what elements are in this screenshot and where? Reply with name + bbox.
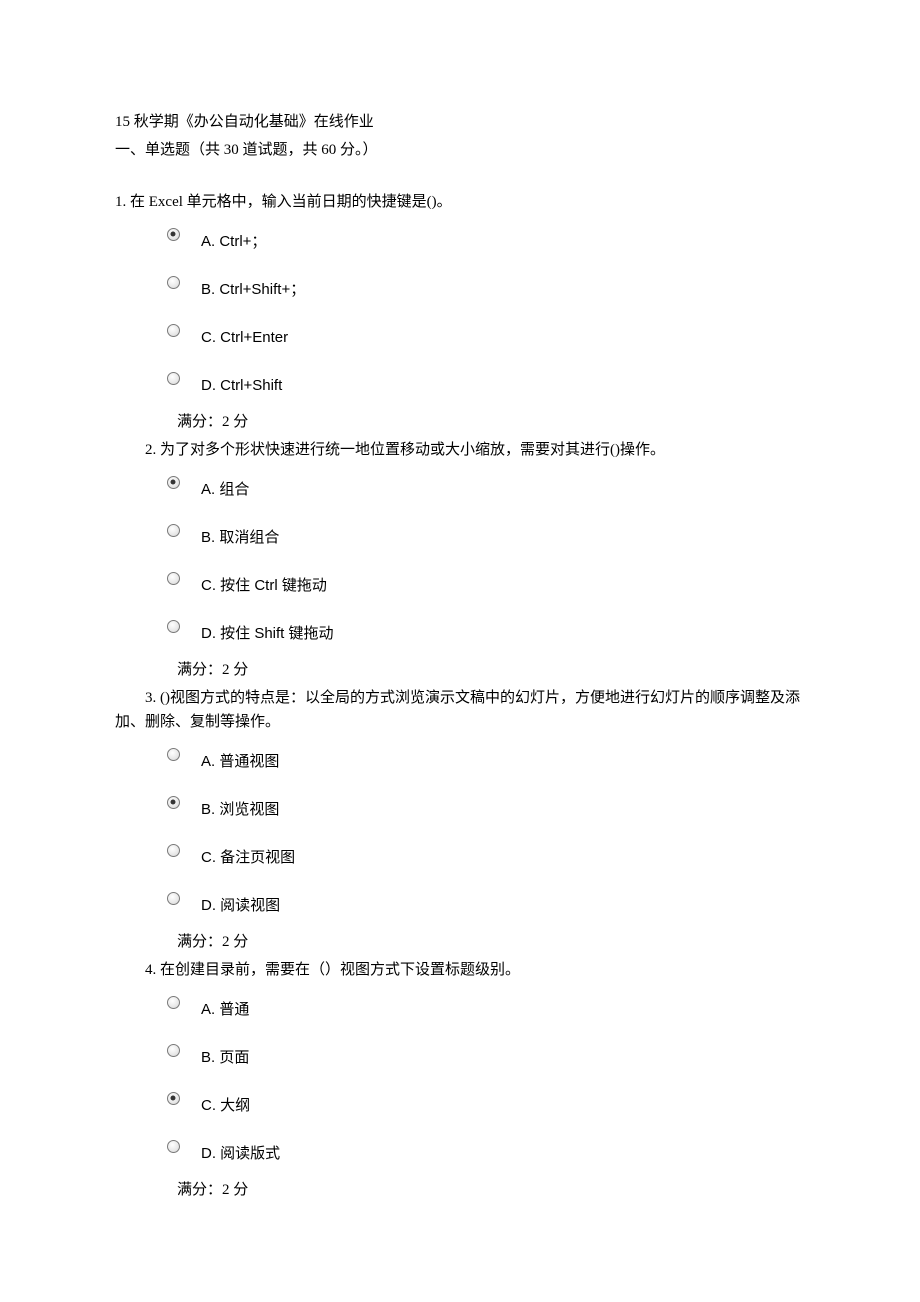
radio-unchecked-icon	[167, 1044, 180, 1057]
question-3-number: 3.	[145, 690, 156, 706]
question-4-option-a[interactable]: A. 普通	[115, 994, 805, 1022]
question-2-option-a[interactable]: A. 组合	[115, 474, 805, 502]
question-3: 3. ()视图方式的特点是：以全局的方式浏览演示文稿中的幻灯片，方便地进行幻灯片…	[115, 686, 805, 954]
question-3-options: A. 普通视图 B. 浏览视图 C. 备注页视图 D. 阅读视图	[115, 738, 805, 930]
page-header: 15 秋学期《办公自动化基础》在线作业 一、单选题（共 30 道试题，共 60 …	[115, 110, 805, 162]
radio-unchecked-icon	[167, 324, 180, 337]
question-3-option-a-label: A. 普通视图	[201, 746, 279, 774]
radio-icon	[165, 274, 181, 290]
question-2-score: 满分：2 分	[115, 658, 805, 682]
question-3-option-b-label: B. 浏览视图	[201, 794, 279, 822]
radio-unchecked-icon	[167, 748, 180, 761]
radio-icon	[165, 890, 181, 906]
radio-checked-icon	[167, 476, 180, 489]
question-4-option-b-label: B. 页面	[201, 1042, 249, 1070]
question-3-option-b[interactable]: B. 浏览视图	[115, 794, 805, 822]
radio-icon	[165, 1138, 181, 1154]
question-4-option-c[interactable]: C. 大纲	[115, 1090, 805, 1118]
question-3-option-d-label: D. 阅读视图	[201, 890, 280, 918]
question-1-score: 满分：2 分	[115, 410, 805, 434]
radio-icon	[165, 746, 181, 762]
radio-icon	[165, 842, 181, 858]
question-3-score: 满分：2 分	[115, 930, 805, 954]
radio-unchecked-icon	[167, 276, 180, 289]
question-1-option-c-label: C. Ctrl+Enter	[201, 322, 288, 350]
radio-icon	[165, 994, 181, 1010]
question-1: 1. 在 Excel 单元格中，输入当前日期的快捷键是()。 A. Ctrl+；…	[115, 190, 805, 434]
question-1-stem: 1. 在 Excel 单元格中，输入当前日期的快捷键是()。	[115, 190, 805, 214]
radio-unchecked-icon	[167, 372, 180, 385]
question-2-option-b-label: B. 取消组合	[201, 522, 279, 550]
question-4-option-d[interactable]: D. 阅读版式	[115, 1138, 805, 1166]
radio-icon	[165, 1042, 181, 1058]
radio-checked-icon	[167, 1092, 180, 1105]
question-3-option-c[interactable]: C. 备注页视图	[115, 842, 805, 870]
radio-unchecked-icon	[167, 620, 180, 633]
question-3-option-c-label: C. 备注页视图	[201, 842, 295, 870]
question-1-option-b-label: B. Ctrl+Shift+；	[201, 274, 305, 302]
question-2-options: A. 组合 B. 取消组合 C. 按住 Ctrl 键拖动 D. 按住 Shift…	[115, 466, 805, 658]
question-2-option-d[interactable]: D. 按住 Shift 键拖动	[115, 618, 805, 646]
header-line-1: 15 秋学期《办公自动化基础》在线作业	[115, 110, 805, 134]
radio-unchecked-icon	[167, 892, 180, 905]
radio-icon	[165, 1090, 181, 1106]
question-2: 2. 为了对多个形状快速进行统一地位置移动或大小缩放，需要对其进行()操作。 A…	[115, 438, 805, 682]
radio-unchecked-icon	[167, 1140, 180, 1153]
question-1-option-d-label: D. Ctrl+Shift	[201, 370, 282, 398]
question-1-option-d[interactable]: D. Ctrl+Shift	[115, 370, 805, 398]
question-1-options: A. Ctrl+； B. Ctrl+Shift+； C. Ctrl+Enter …	[115, 218, 805, 410]
question-1-option-b[interactable]: B. Ctrl+Shift+；	[115, 274, 805, 302]
question-4-number: 4.	[145, 962, 156, 978]
question-2-text: 为了对多个形状快速进行统一地位置移动或大小缩放，需要对其进行()操作。	[156, 442, 665, 458]
question-1-option-a-label: A. Ctrl+；	[201, 226, 266, 254]
radio-unchecked-icon	[167, 524, 180, 537]
question-4-option-d-label: D. 阅读版式	[201, 1138, 280, 1166]
radio-icon	[165, 794, 181, 810]
question-2-option-d-label: D. 按住 Shift 键拖动	[201, 618, 334, 646]
question-2-option-c[interactable]: C. 按住 Ctrl 键拖动	[115, 570, 805, 598]
radio-checked-icon	[167, 796, 180, 809]
radio-icon	[165, 226, 181, 242]
question-4-option-c-label: C. 大纲	[201, 1090, 250, 1118]
question-4-option-a-label: A. 普通	[201, 994, 249, 1022]
question-2-number: 2.	[145, 442, 156, 458]
question-1-option-a[interactable]: A. Ctrl+；	[115, 226, 805, 254]
radio-unchecked-icon	[167, 844, 180, 857]
question-4: 4. 在创建目录前，需要在（）视图方式下设置标题级别。 A. 普通 B. 页面 …	[115, 958, 805, 1202]
question-2-option-c-label: C. 按住 Ctrl 键拖动	[201, 570, 327, 598]
question-3-option-a[interactable]: A. 普通视图	[115, 746, 805, 774]
question-1-number: 1.	[115, 194, 126, 210]
question-1-option-c[interactable]: C. Ctrl+Enter	[115, 322, 805, 350]
question-2-option-b[interactable]: B. 取消组合	[115, 522, 805, 550]
question-4-score: 满分：2 分	[115, 1178, 805, 1202]
question-3-text: ()视图方式的特点是：以全局的方式浏览演示文稿中的幻灯片，方便地进行幻灯片的顺序…	[115, 690, 800, 730]
page-content: 15 秋学期《办公自动化基础》在线作业 一、单选题（共 30 道试题，共 60 …	[0, 0, 920, 1202]
radio-icon	[165, 522, 181, 538]
radio-icon	[165, 474, 181, 490]
question-4-stem: 4. 在创建目录前，需要在（）视图方式下设置标题级别。	[115, 958, 805, 982]
radio-icon	[165, 370, 181, 386]
question-2-stem: 2. 为了对多个形状快速进行统一地位置移动或大小缩放，需要对其进行()操作。	[115, 438, 805, 462]
question-4-option-b[interactable]: B. 页面	[115, 1042, 805, 1070]
question-1-text: 在 Excel 单元格中，输入当前日期的快捷键是()。	[126, 194, 451, 210]
radio-unchecked-icon	[167, 996, 180, 1009]
header-line-2: 一、单选题（共 30 道试题，共 60 分。）	[115, 138, 805, 162]
radio-icon	[165, 322, 181, 338]
radio-icon	[165, 570, 181, 586]
question-3-stem: 3. ()视图方式的特点是：以全局的方式浏览演示文稿中的幻灯片，方便地进行幻灯片…	[115, 686, 805, 734]
radio-checked-icon	[167, 228, 180, 241]
radio-icon	[165, 618, 181, 634]
question-4-text: 在创建目录前，需要在（）视图方式下设置标题级别。	[156, 962, 520, 978]
question-2-option-a-label: A. 组合	[201, 474, 249, 502]
question-4-options: A. 普通 B. 页面 C. 大纲 D. 阅读版式	[115, 986, 805, 1178]
question-3-option-d[interactable]: D. 阅读视图	[115, 890, 805, 918]
radio-unchecked-icon	[167, 572, 180, 585]
